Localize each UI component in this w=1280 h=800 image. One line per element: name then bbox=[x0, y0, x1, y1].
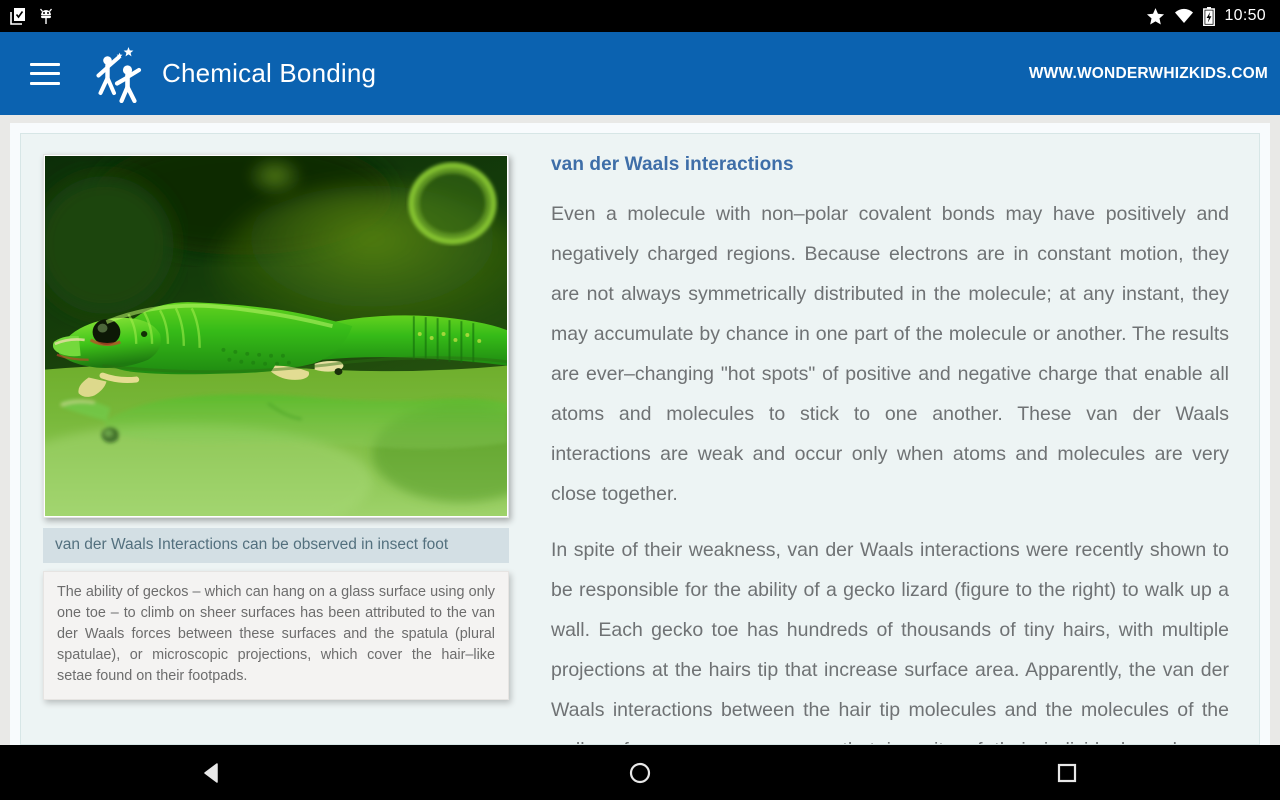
status-bar-clock: 10:50 bbox=[1224, 7, 1266, 24]
status-bar-left-icons bbox=[0, 7, 54, 25]
wifi-icon bbox=[1175, 8, 1194, 23]
gecko-photo bbox=[45, 156, 507, 516]
wonderwhizkids-logo-icon[interactable] bbox=[90, 45, 150, 103]
home-circle-icon bbox=[629, 762, 651, 783]
android-debug-icon bbox=[39, 8, 53, 24]
hamburger-bar-2 bbox=[30, 72, 60, 75]
battery-charging-icon bbox=[1203, 6, 1216, 26]
article-column: van der Waals interactions Even a molecu… bbox=[513, 154, 1235, 744]
figure-description: The ability of geckos – which can hang o… bbox=[43, 571, 509, 700]
recents-square-icon bbox=[1057, 763, 1076, 782]
android-status-bar: 10:50 bbox=[0, 0, 1280, 32]
recents-button[interactable] bbox=[1007, 760, 1127, 786]
star-icon bbox=[1147, 7, 1165, 24]
figure-caption: van der Waals Interactions can be observ… bbox=[43, 528, 509, 563]
figure-column: van der Waals Interactions can be observ… bbox=[43, 154, 513, 744]
section-heading: van der Waals interactions bbox=[551, 154, 794, 175]
home-button[interactable] bbox=[580, 760, 700, 786]
page-background: van der Waals Interactions can be observ… bbox=[0, 115, 1280, 745]
content-card: van der Waals Interactions can be observ… bbox=[20, 133, 1260, 745]
app-bar: Chemical Bonding WWW.WONDERWHIZKIDS.COM bbox=[0, 32, 1280, 115]
android-navigation-bar bbox=[0, 745, 1280, 800]
screenshot-clipboard-icon bbox=[10, 8, 25, 25]
back-button[interactable] bbox=[153, 760, 273, 786]
hamburger-bar-1 bbox=[30, 62, 60, 66]
hamburger-bar-3 bbox=[30, 81, 60, 85]
site-url-label: WWW.WONDERWHIZKIDS.COM bbox=[1028, 64, 1268, 82]
article-paragraph-2: In spite of their weakness, van der Waal… bbox=[551, 539, 1229, 744]
status-bar-right-icons: 10:50 bbox=[1146, 6, 1280, 26]
page-inner-surface: van der Waals Interactions can be observ… bbox=[10, 123, 1270, 745]
back-triangle-icon bbox=[204, 762, 219, 783]
page-title: Chemical Bonding bbox=[162, 58, 377, 88]
photo-frame bbox=[43, 154, 509, 518]
article-paragraph-1: Even a molecule with non–polar covalent … bbox=[551, 203, 1229, 505]
hamburger-menu-icon[interactable] bbox=[30, 62, 60, 85]
